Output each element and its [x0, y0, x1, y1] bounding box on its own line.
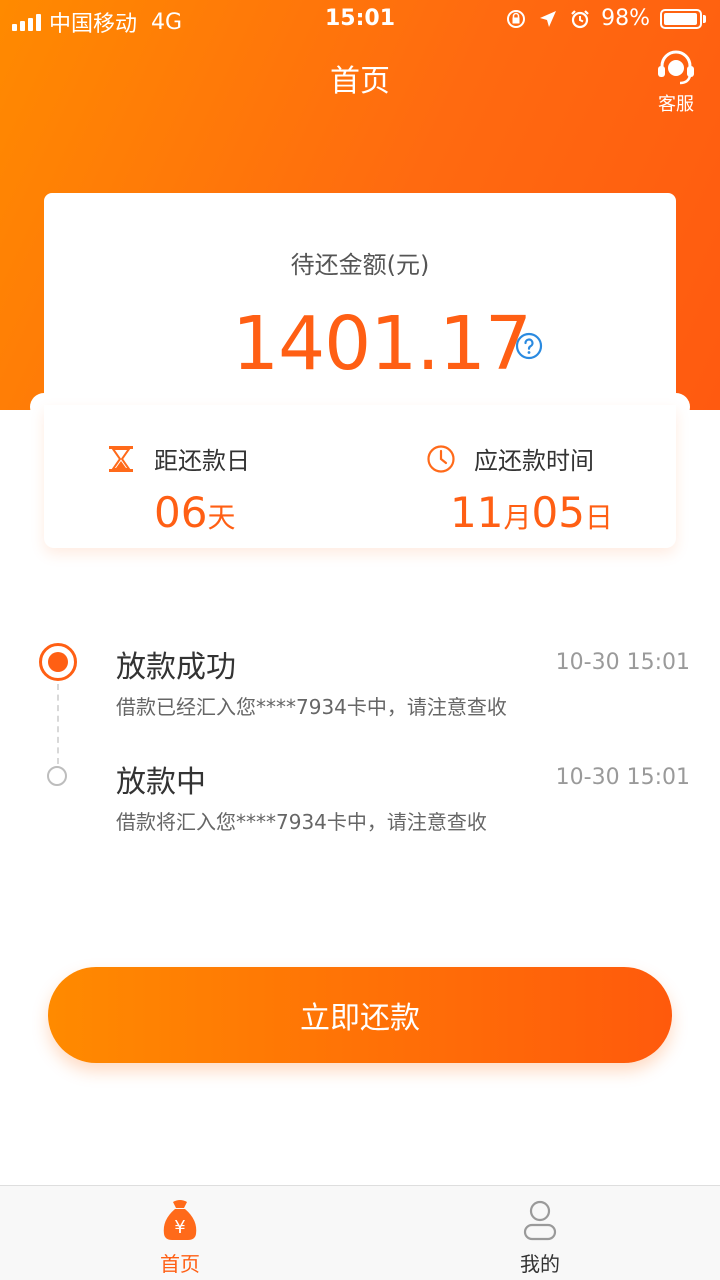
days-label: 距还款日: [154, 447, 250, 475]
timeline-time: 10-30 15:01: [555, 650, 690, 675]
status-bar: 中国移动 4G 15:01 98%: [0, 0, 720, 40]
service-label: 客服: [658, 94, 694, 115]
tab-label: 首页: [160, 1252, 200, 1276]
timeline-connector: [57, 684, 59, 764]
hourglass-icon: [109, 445, 133, 472]
tab-label: 我的: [520, 1252, 560, 1276]
customer-service-button[interactable]: 客服: [654, 50, 698, 116]
timeline-time: 10-30 15:01: [555, 765, 690, 790]
timeline-title: 放款中: [116, 765, 206, 800]
due-month-unit: 月: [503, 501, 532, 534]
clock-icon: [427, 444, 455, 473]
due-date: 应还款时间 11月05日: [426, 441, 613, 537]
rotation-lock-icon: [507, 9, 526, 28]
amount-value: 1401.17: [232, 301, 532, 387]
timeline-dot: [47, 766, 67, 786]
battery-icon: [660, 8, 706, 29]
page-title: 首页: [330, 64, 390, 99]
timeline-desc: 借款将汇入您****7934卡中，请注意查收: [116, 810, 487, 834]
timeline-dot-active: [39, 643, 77, 681]
days-unit: 天: [207, 501, 236, 534]
due-info-card: 距还款日 06天 应还款时间 11月05日: [44, 405, 676, 548]
tab-home[interactable]: ¥ 首页: [120, 1198, 240, 1277]
repay-now-button[interactable]: 立即还款: [48, 967, 672, 1063]
due-month: 11: [450, 488, 504, 537]
user-icon: [523, 1200, 557, 1241]
timeline-desc: 借款已经汇入您****7934卡中，请注意查收: [116, 695, 507, 719]
headset-icon: [658, 50, 694, 85]
tab-bar: ¥ 首页 我的: [0, 1185, 720, 1280]
svg-text:¥: ¥: [174, 1217, 185, 1238]
money-bag-icon: ¥: [163, 1200, 197, 1240]
days-value: 06: [154, 488, 208, 537]
timeline-title: 放款成功: [116, 650, 236, 685]
due-day-unit: 日: [584, 501, 613, 534]
battery-percent: 98%: [601, 6, 650, 31]
due-day: 05: [531, 488, 585, 537]
due-label: 应还款时间: [474, 447, 594, 475]
tab-mine[interactable]: 我的: [480, 1198, 600, 1277]
help-icon[interactable]: [515, 332, 543, 360]
amount-label: 待还金额(元): [290, 251, 430, 279]
amount-card: 待还金额(元) 1401.17: [44, 193, 676, 405]
alarm-icon: [571, 9, 589, 28]
days-remaining: 距还款日 06天: [106, 441, 250, 537]
location-arrow-icon: [540, 10, 557, 27]
